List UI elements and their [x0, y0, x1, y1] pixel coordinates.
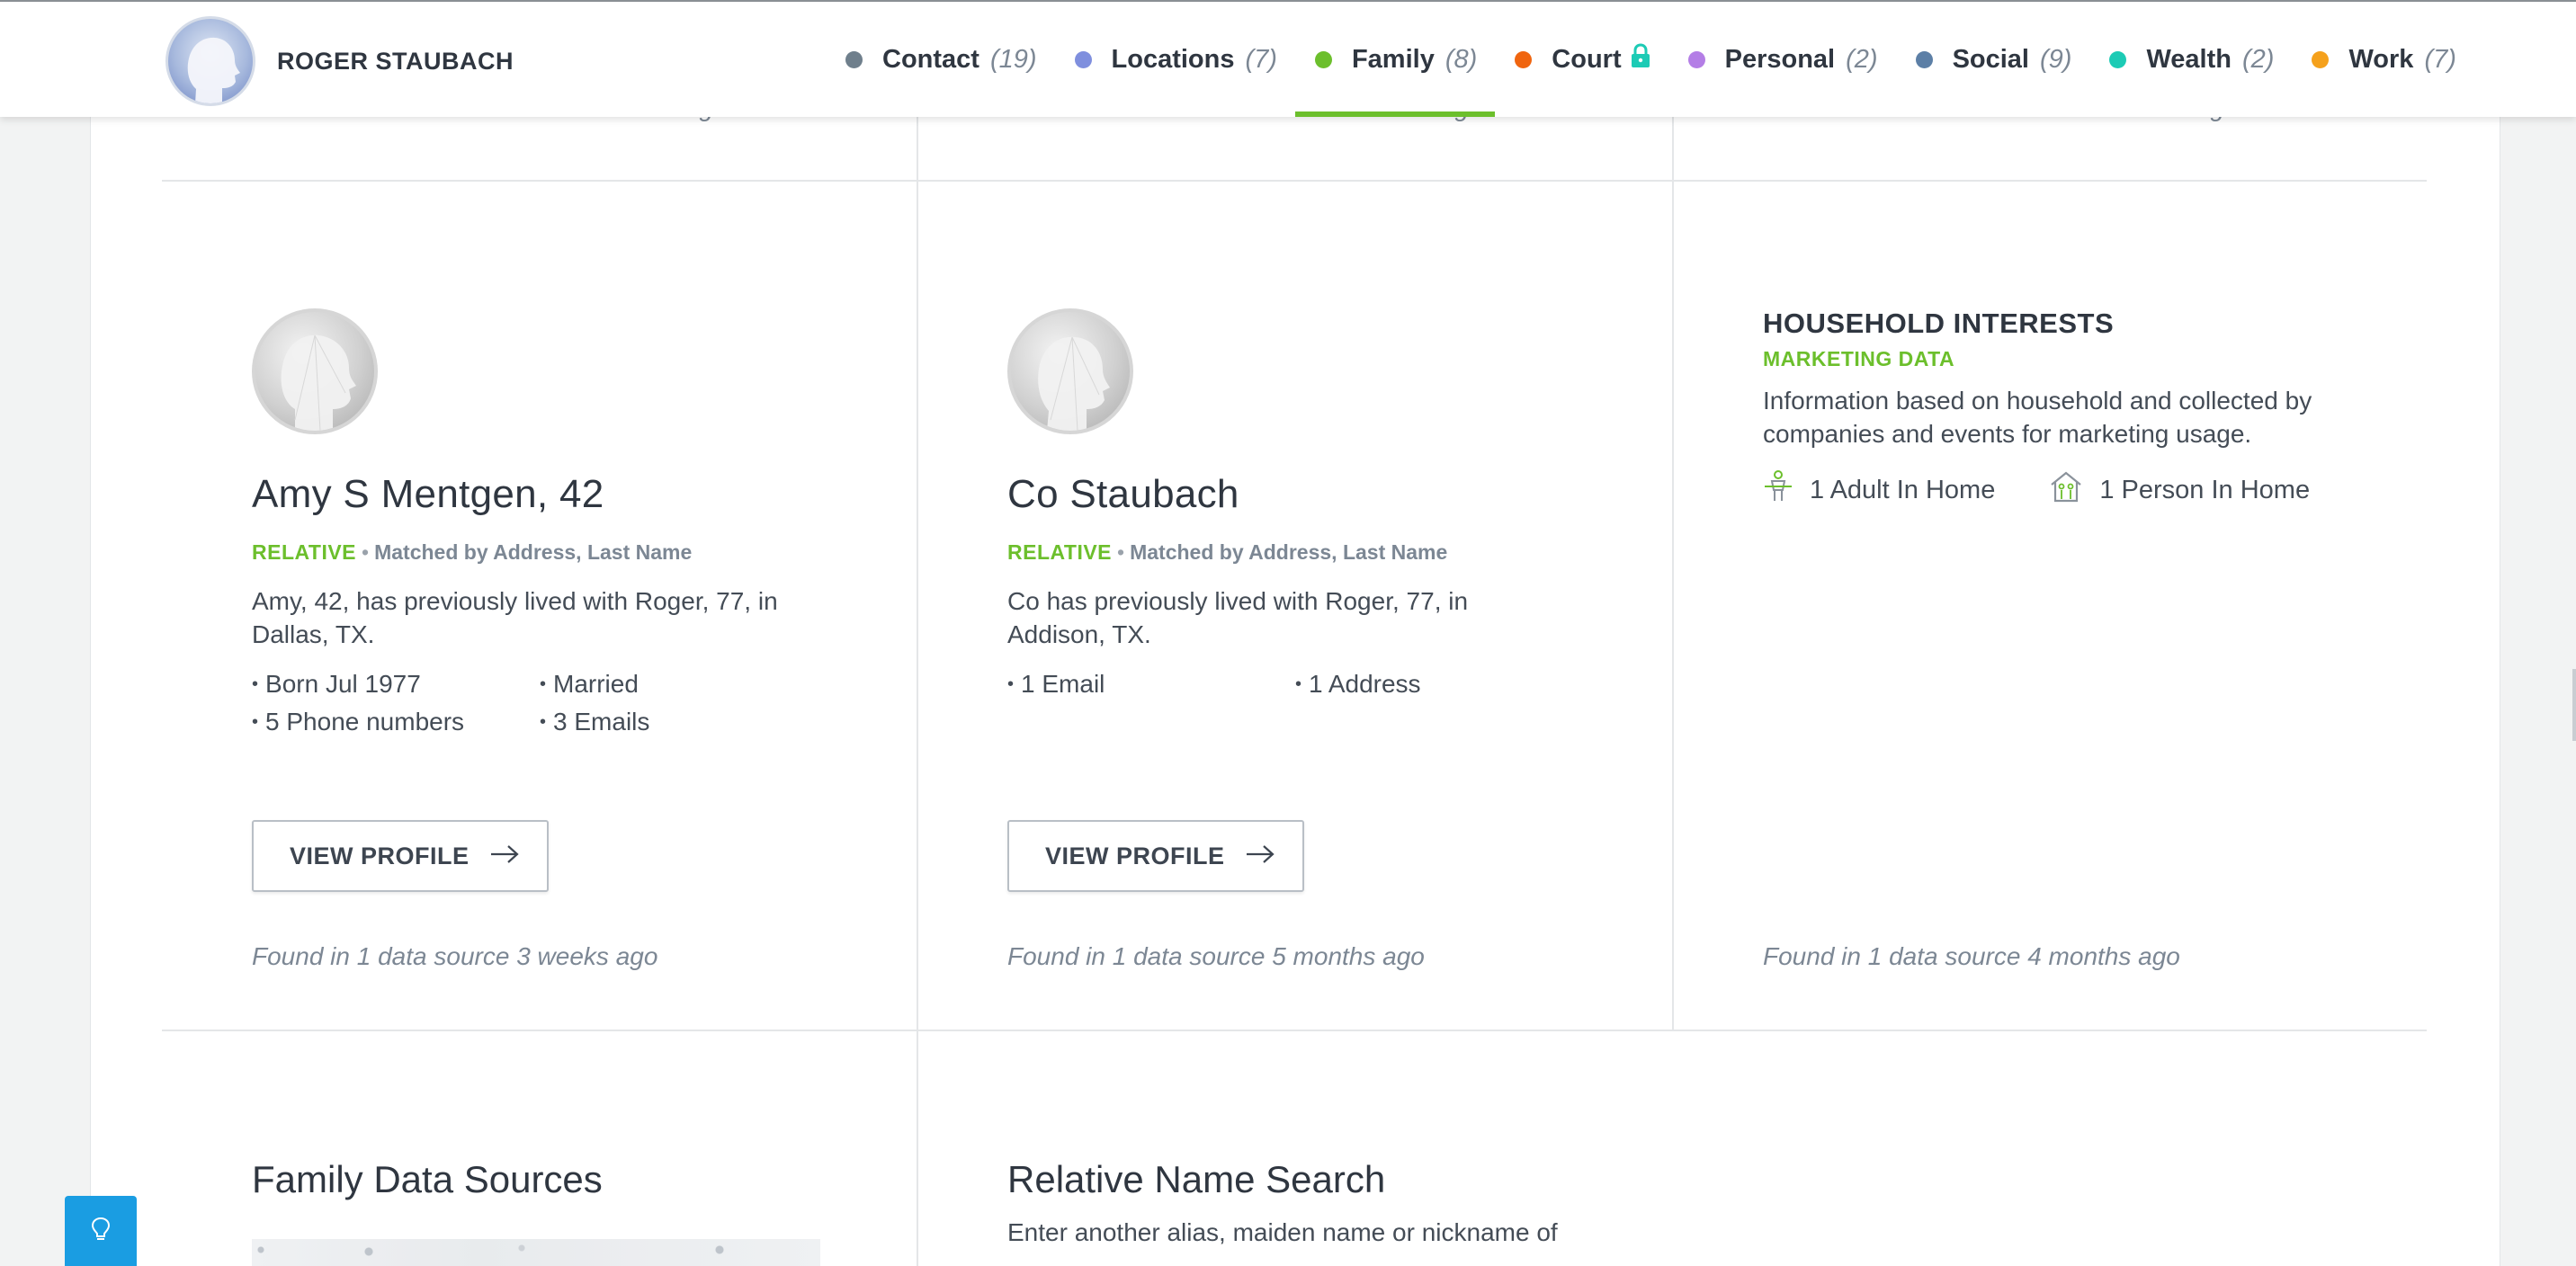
separator-dot: • [1117, 540, 1125, 564]
profile-brand[interactable]: ROGER STAUBACH [165, 16, 514, 106]
found-text: Found in 1 data source 5 months ago [1007, 942, 1425, 970]
match-info: RELATIVE • Matched by Address, Last Name [252, 540, 827, 565]
arrow-right-icon [489, 843, 520, 870]
view-profile-label: VIEW PROFILE [1045, 842, 1225, 869]
fact-item: 1 Address [1295, 667, 1583, 701]
found-text: Found in 1 data source 4 months ago [1763, 942, 2180, 970]
household-interests-card: HOUSEHOLD INTERESTS MARKETING DATA Infor… [1763, 308, 2375, 510]
top-header: ROGER STAUBACH Contact (19) Locations (7… [0, 0, 2576, 117]
fact-list: Born Jul 1977 Married 5 Phone numbers 3 … [252, 667, 827, 739]
person-name[interactable]: Co Staubach [1007, 472, 1583, 517]
tab-label: Personal [1724, 44, 1836, 74]
tab-count: (9) [2040, 44, 2072, 74]
match-reason: Matched by Address, Last Name [374, 540, 693, 564]
view-profile-button[interactable]: VIEW PROFILE [252, 820, 549, 892]
relative-name-search-title: Relative Name Search [1007, 1158, 1386, 1200]
category-nav: Contact (19) Locations (7) Family (8) Co… [845, 2, 2494, 117]
family-data-sources-title: Family Data Sources [252, 1158, 603, 1200]
tab-wealth[interactable]: Wealth (2) [2109, 2, 2274, 117]
separator-dot: • [362, 540, 370, 564]
adults-label: 1 Adult In Home [1810, 475, 1996, 504]
relative-description: Co has previously lived with Roger, 77, … [1007, 587, 1469, 648]
category-dot [2109, 50, 2127, 68]
tab-count: (2) [1846, 44, 1878, 74]
tab-count: (7) [2424, 44, 2456, 74]
home-icon [2049, 470, 2099, 510]
column-divider [917, 117, 918, 1266]
tab-work[interactable]: Work (7) [2312, 2, 2456, 117]
view-profile-label: VIEW PROFILE [290, 842, 470, 869]
arrow-right-icon [1245, 843, 1275, 870]
category-dot [1314, 50, 1332, 68]
data-sources-graphic [252, 1239, 820, 1266]
category-dot [1074, 50, 1092, 68]
category-dot [1515, 50, 1533, 68]
tab-label: Wealth [2146, 44, 2232, 74]
scrollbar[interactable] [2572, 669, 2576, 741]
relative-card-co: Co Staubach RELATIVE • Matched by Address,… [1007, 308, 1583, 701]
category-dot [1915, 50, 1933, 68]
tab-locations[interactable]: Locations (7) [1074, 2, 1277, 117]
tab-family[interactable]: Family (8) [1294, 2, 1496, 117]
match-info: RELATIVE • Matched by Address, Last Name [1007, 540, 1583, 565]
persons-in-home: 1 Person In Home [2049, 470, 2310, 510]
tab-count: (7) [1245, 44, 1277, 74]
person-name[interactable]: Amy S Mentgen, 42 [252, 472, 827, 517]
household-description: Information based on household and colle… [1763, 387, 2312, 448]
household-stats: 1 Adult In Home 1 Person In Home [1763, 470, 2375, 510]
adults-in-home: 1 Adult In Home [1763, 470, 1995, 510]
category-dot [2312, 50, 2330, 68]
tab-label: Locations [1111, 44, 1235, 74]
tab-label: Contact [882, 44, 979, 74]
row-divider [162, 1030, 2427, 1031]
relative-name-search-description: Enter another alias, maiden name or nick… [1007, 1218, 1558, 1246]
fact-item: Born Jul 1977 [252, 667, 540, 701]
profile-avatar [165, 16, 255, 106]
row-divider [162, 180, 2427, 182]
tab-count: (19) [989, 44, 1037, 74]
tab-label: Family [1351, 44, 1435, 74]
view-profile-button[interactable]: VIEW PROFILE [1007, 820, 1304, 892]
tab-count: (2) [2242, 44, 2275, 74]
match-reason: Matched by Address, Last Name [1130, 540, 1448, 564]
relative-card-amy: Amy S Mentgen, 42 RELATIVE • Matched by Ad… [252, 308, 827, 739]
avatar [252, 308, 378, 434]
column-divider [1672, 117, 1674, 1030]
tab-label: Court [1552, 44, 1622, 74]
tab-contact[interactable]: Contact (19) [845, 2, 1037, 117]
category-dot [845, 50, 863, 68]
relative-description: Amy, 42, has previously lived with Roger… [252, 587, 778, 648]
fact-list: 1 Email 1 Address [1007, 667, 1583, 701]
fact-item: Married [540, 667, 827, 701]
relation-tag: RELATIVE [1007, 540, 1113, 564]
household-title: HOUSEHOLD INTERESTS [1763, 308, 2115, 339]
relation-tag: RELATIVE [252, 540, 357, 564]
help-button[interactable] [65, 1196, 137, 1266]
household-subtitle: MARKETING DATA [1763, 347, 1955, 370]
tab-personal[interactable]: Personal (2) [1687, 2, 1878, 117]
lock-icon [1631, 43, 1650, 76]
fact-item: 1 Email [1007, 667, 1295, 701]
tab-label: Social [1952, 44, 2029, 74]
persons-label: 1 Person In Home [2099, 475, 2311, 504]
tab-label: Work [2348, 44, 2414, 74]
tab-court[interactable]: Court [1515, 2, 1650, 117]
category-dot [1687, 50, 1705, 68]
tab-social[interactable]: Social (9) [1915, 2, 2072, 117]
fact-item: 5 Phone numbers [252, 705, 540, 739]
lightbulb-icon [91, 1217, 111, 1246]
tab-count: (8) [1445, 44, 1478, 74]
avatar [1007, 308, 1133, 434]
fact-item: 3 Emails [540, 705, 827, 739]
adult-person-icon [1763, 470, 1810, 510]
profile-name: ROGER STAUBACH [277, 47, 514, 75]
found-text: Found in 1 data source 3 weeks ago [252, 942, 658, 970]
